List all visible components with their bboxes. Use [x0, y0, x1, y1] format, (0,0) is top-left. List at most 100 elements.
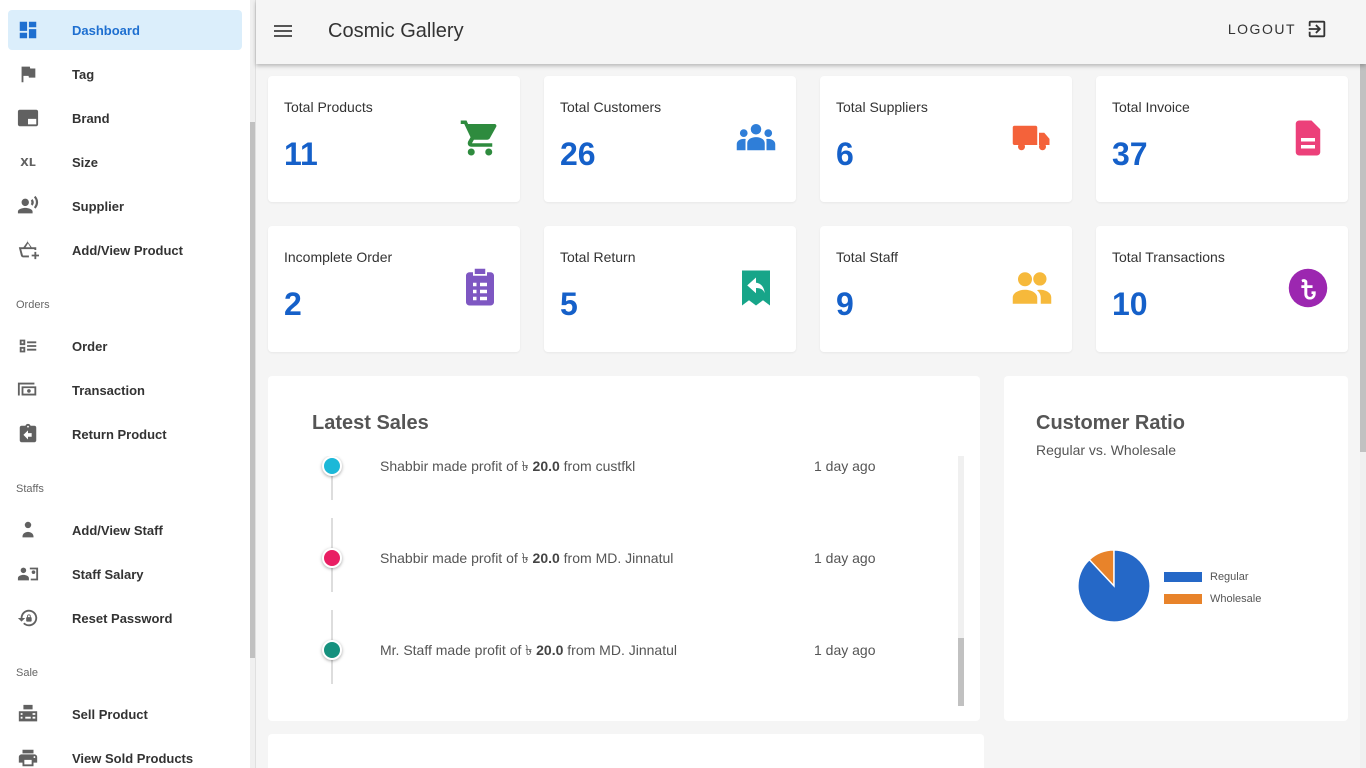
print-view-icon [8, 738, 48, 768]
legend-swatch [1164, 594, 1202, 604]
stat-card-total-transactions: Total Transactions 10 [1096, 226, 1348, 352]
person-icon [8, 510, 48, 550]
sidebar-item-label: Brand [72, 110, 110, 126]
sidebar-item-return-product[interactable]: Return Product [8, 414, 242, 454]
timeline-connector [331, 660, 333, 684]
latest-sales-title: Latest Sales [312, 412, 429, 434]
sidebar-item-add-view-product[interactable]: Add/View Product [8, 230, 242, 270]
legend-item-regular[interactable]: Regular [1164, 566, 1261, 588]
sales-scrollbar-thumb[interactable] [958, 638, 964, 706]
app-title: Cosmic Gallery [328, 20, 464, 42]
clipboard-icon [458, 266, 502, 310]
timeline-connector [331, 518, 333, 548]
bottom-card [268, 734, 984, 768]
stat-value: 26 [560, 136, 596, 172]
money-icon [8, 370, 48, 410]
timeline-dot [322, 456, 342, 476]
stat-title: Total Transactions [1112, 249, 1225, 265]
legend-label: Regular [1210, 571, 1249, 583]
main-scrollbar-thumb[interactable] [1360, 0, 1366, 452]
sidebar-item-label: Dashboard [72, 22, 140, 38]
sidebar-item-sell-product[interactable]: Sell Product [8, 694, 242, 734]
dashboard-icon [8, 10, 48, 50]
stat-title: Total Invoice [1112, 99, 1190, 115]
lock-reset-icon [8, 598, 48, 638]
timeline-dot [322, 548, 342, 568]
sidebar-item-dashboard[interactable]: Dashboard [8, 10, 242, 50]
sale-time: 1 day ago [814, 550, 876, 566]
stat-value: 2 [284, 286, 302, 322]
sidebar-item-label: Size [72, 154, 99, 170]
legend-item-wholesale[interactable]: Wholesale [1164, 588, 1261, 610]
stat-value: 37 [1112, 136, 1148, 172]
stat-card-total-return: Total Return 5 [544, 226, 796, 352]
stat-title: Incomplete Order [284, 249, 393, 265]
pie-slice-regular[interactable] [1077, 549, 1151, 623]
sidebar-scrollbar[interactable] [250, 0, 255, 768]
main-scrollbar[interactable] [1360, 0, 1366, 768]
add-basket-icon [8, 230, 48, 270]
sidebar-item-label: Supplier [72, 198, 125, 214]
truck-icon [1010, 116, 1054, 160]
customer-ratio-card: Customer Ratio Regular vs. Wholesale Reg… [1004, 376, 1348, 721]
sidebar-item-label: Reset Password [72, 610, 173, 626]
stat-title: Total Return [560, 249, 636, 265]
size-xl-icon: XL [20, 155, 36, 169]
sidebar-item-add-view-staff[interactable]: Add/View Staff [8, 510, 242, 550]
sidebar-item-label: Add/View Product [72, 242, 183, 258]
stat-title: Total Staff [836, 249, 899, 265]
logout-label: LOGOUT [1227, 21, 1296, 37]
sale-time: 1 day ago [814, 642, 876, 658]
sale-description: Shabbir made profit of ৳ 20.0 from custf… [380, 458, 636, 474]
chart-legend: Regular Wholesale [1164, 566, 1261, 610]
stat-title: Total Suppliers [836, 99, 928, 115]
sidebar-item-tag[interactable]: Tag [8, 54, 242, 94]
salary-icon [8, 554, 48, 594]
hamburger-menu-icon[interactable] [274, 22, 294, 42]
latest-sales-card: Latest Sales Shabbir made profit of ৳ 20… [268, 376, 980, 721]
sidebar-item-label: View Sold Products [72, 750, 194, 766]
sale-description: Shabbir made profit of ৳ 20.0 from MD. J… [380, 550, 674, 566]
timeline-connector [331, 610, 333, 640]
sidebar-item-label: Order [72, 338, 108, 354]
timeline-item: Mr. Staff made profit of ৳ 20.0 from MD.… [308, 610, 948, 706]
timeline-dot [322, 640, 342, 660]
sidebar-item-order[interactable]: Order [8, 326, 242, 366]
logout-button[interactable]: LOGOUT [1228, 18, 1328, 40]
stat-card-total-products: Total Products 11 [268, 76, 520, 202]
customers-icon [734, 116, 778, 160]
taka-icon [1286, 266, 1330, 310]
sidebar-item-brand[interactable]: Brand [8, 98, 242, 138]
flag-icon [8, 54, 48, 94]
sidebar-item-size[interactable]: XL Size [8, 142, 242, 182]
sidebar-item-supplier[interactable]: Supplier [8, 186, 242, 226]
stat-card-total-customers: Total Customers 26 [544, 76, 796, 202]
sidebar-item-transaction[interactable]: Transaction [8, 370, 242, 410]
register-icon [8, 694, 48, 734]
sidebar-item-staff-salary[interactable]: Staff Salary [8, 554, 242, 594]
stat-card-total-invoice: Total Invoice 37 [1096, 76, 1348, 202]
stat-value: 11 [284, 136, 318, 172]
sale-description: Mr. Staff made profit of ৳ 20.0 from MD.… [380, 642, 677, 658]
sidebar-item-label: Staff Salary [72, 566, 144, 582]
logout-icon [1308, 20, 1326, 38]
brand-icon [8, 98, 48, 138]
sidebar-item-view-sold-products[interactable]: View Sold Products [8, 738, 242, 768]
sales-scrollbar[interactable] [958, 456, 964, 706]
sales-timeline[interactable]: Shabbir made profit of ৳ 20.0 from custf… [308, 456, 960, 706]
sale-time: 1 day ago [814, 458, 876, 474]
sidebar-scrollbar-thumb[interactable] [250, 122, 255, 658]
legend-label: Wholesale [1210, 593, 1262, 605]
stat-card-total-suppliers: Total Suppliers 6 [820, 76, 1072, 202]
sidebar-item-label: Add/View Staff [72, 522, 163, 538]
customer-ratio-subtitle: Regular vs. Wholesale [1036, 442, 1177, 458]
section-sale: Sale [16, 667, 39, 679]
stat-card-total-staff: Total Staff 9 [820, 226, 1072, 352]
return-icon [8, 414, 48, 454]
cart-icon [458, 116, 502, 160]
sidebar-item-reset-password[interactable]: Reset Password [8, 598, 242, 638]
sidebar-item-label: Transaction [72, 382, 145, 398]
stat-title: Total Customers [560, 99, 662, 115]
stat-value: 10 [1112, 286, 1148, 322]
legend-swatch [1164, 572, 1202, 582]
